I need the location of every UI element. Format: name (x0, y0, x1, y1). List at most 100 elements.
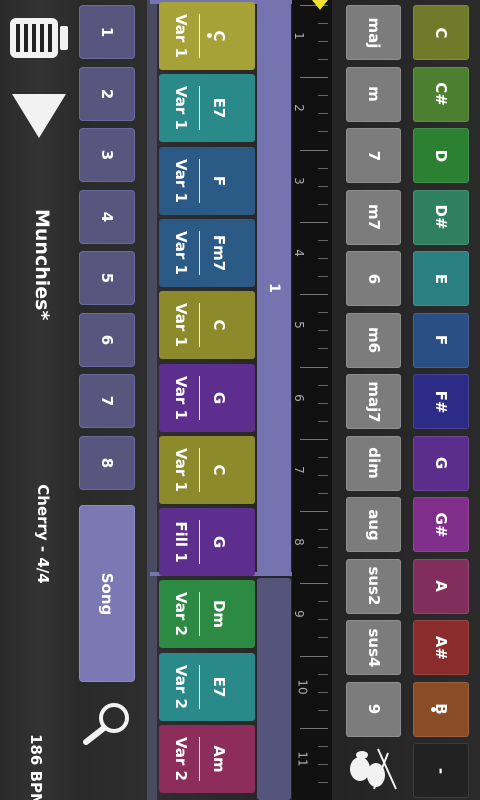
ruler-minor-tick (318, 420, 328, 422)
ruler-minor-tick (318, 185, 328, 187)
pattern-button-2[interactable]: 2 (79, 66, 135, 121)
ruler-minor-tick (318, 709, 328, 711)
menu-icon[interactable] (8, 12, 70, 62)
play-icon[interactable] (10, 92, 68, 140)
ruler-minor-tick (318, 95, 328, 97)
chord-type-button[interactable]: maj7 (346, 374, 401, 429)
sequence-chord: C (210, 319, 228, 331)
sequence-variation: Var 1 (172, 230, 190, 275)
sequence-divider (199, 664, 200, 709)
ruler-number: 6 (291, 393, 306, 402)
ruler-tick (300, 149, 328, 151)
sequence-chord: Am (210, 745, 228, 773)
sequence-variation: Var 1 (172, 14, 190, 58)
ruler-minor-tick (318, 492, 328, 494)
sequence-divider (199, 520, 200, 565)
ruler-minor-tick (318, 312, 328, 314)
root-note-button[interactable]: D# (413, 189, 469, 245)
chord-type-button[interactable]: m7 (346, 189, 401, 245)
chord-type-button[interactable]: m6 (346, 312, 401, 368)
ruler-minor-tick (318, 601, 328, 603)
app-screen: Munchies* Cherry - 4/4 186 BPM 12345678 … (0, 0, 480, 800)
pattern-button-3[interactable]: 3 (79, 128, 135, 182)
root-note-button[interactable]: D (413, 128, 469, 183)
ruler-number: 2 (291, 104, 306, 113)
root-note-button[interactable]: E (413, 251, 469, 306)
sequence-block[interactable]: C Var 1 (159, 291, 255, 360)
sequence-block[interactable]: F Var 1 (159, 146, 255, 215)
sequence-variation: Fill 1 (172, 521, 190, 563)
root-note-button[interactable]: A (413, 558, 469, 614)
root-note-button[interactable]: G (413, 435, 469, 491)
chord-type-button[interactable]: dim (346, 435, 401, 491)
sequence-variation: Var 1 (172, 447, 190, 492)
playhead-marker (312, 0, 328, 10)
chord-type-button[interactable]: sus4 (346, 620, 401, 675)
sequence-block[interactable]: Dm Var 2 (159, 580, 255, 649)
sequence-divider (199, 14, 200, 58)
sequence-divider (199, 737, 200, 781)
ruler-minor-tick (318, 456, 328, 458)
sequence-variation: Var 1 (172, 158, 190, 203)
section-bar-2[interactable] (257, 578, 291, 800)
chord-type-button[interactable]: 6 (346, 251, 401, 306)
search-icon[interactable] (80, 700, 132, 746)
chord-type-button[interactable]: 7 (346, 128, 401, 183)
root-note-button[interactable]: - (413, 743, 469, 798)
ruler-tick (300, 366, 328, 368)
pattern-button-6[interactable]: 6 (79, 312, 135, 367)
song-button[interactable]: Song (79, 505, 135, 682)
root-note-button[interactable]: C# (413, 66, 469, 122)
ruler-tick (300, 77, 328, 79)
sequence-divider (199, 447, 200, 492)
sequence-chord: Dm (210, 600, 228, 629)
ruler-minor-tick (318, 275, 328, 277)
chord-type-button[interactable]: m (346, 66, 401, 122)
sequence-block[interactable]: Fm7 Var 1 (159, 218, 255, 287)
ruler-minor-tick (318, 547, 328, 549)
sequence-variation: Var 2 (172, 737, 190, 781)
ruler-minor-tick (318, 384, 328, 386)
chord-type-button[interactable]: sus2 (346, 558, 401, 614)
ruler-number: 10 (295, 679, 310, 695)
ruler-minor-tick (318, 59, 328, 60)
ruler-minor-tick (318, 402, 328, 404)
sequence-block[interactable]: C Var 1 (159, 435, 255, 504)
root-note-button[interactable]: G# (413, 497, 469, 552)
chord-type-button[interactable]: maj (346, 5, 401, 60)
pattern-button-8[interactable]: 8 (79, 435, 135, 490)
sequence-block[interactable]: G Fill 1 (159, 508, 255, 577)
sequence-variation: Var 1 (172, 86, 190, 131)
sequence-block[interactable]: Am Var 2 (159, 725, 255, 793)
pattern-button-5[interactable]: 5 (79, 251, 135, 305)
sequence-variation: Var 2 (172, 664, 190, 709)
root-note-button[interactable]: F# (413, 374, 469, 429)
ruler-minor-tick (318, 239, 328, 241)
song-title: Munchies* (31, 209, 53, 321)
root-note-button[interactable]: C (413, 5, 469, 60)
section-bar-1[interactable]: 1 (257, 2, 291, 574)
sequence-block[interactable]: C Var 1 (159, 2, 255, 70)
pattern-button-1[interactable]: 1 (79, 5, 135, 59)
sequence-block[interactable]: G Var 1 (159, 363, 255, 432)
sequence-divider (199, 303, 200, 348)
sequence-chord: E7 (210, 676, 228, 698)
sequence-block[interactable]: E7 Var 1 (159, 74, 255, 143)
sequence-divider (199, 86, 200, 131)
ruler-minor-tick (318, 113, 328, 115)
root-note-button[interactable]: B (413, 681, 469, 737)
chord-type-button[interactable]: 9 (346, 681, 401, 737)
root-note-button[interactable]: F (413, 312, 469, 368)
sequence-block[interactable]: E7 Var 2 (159, 652, 255, 721)
chord-type-button[interactable]: aug (346, 497, 401, 552)
sequence-divider (199, 592, 200, 637)
pattern-button-4[interactable]: 4 (79, 189, 135, 244)
pattern-button-7[interactable]: 7 (79, 374, 135, 428)
ruler-minor-tick (318, 257, 328, 259)
drums-icon[interactable] (344, 745, 400, 793)
ruler-tick (300, 728, 328, 729)
sequence-chord: E7 (210, 97, 228, 119)
selected-root-dot (431, 706, 436, 712)
ruler-minor-tick (318, 746, 328, 747)
root-note-button[interactable]: A# (413, 620, 469, 675)
